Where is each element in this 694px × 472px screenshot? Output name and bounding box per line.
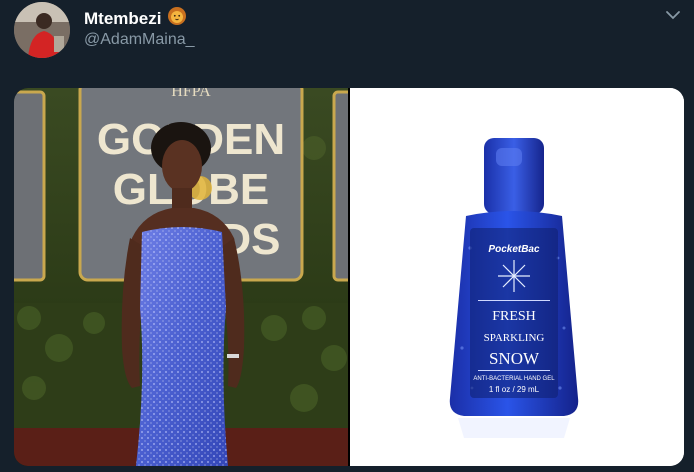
- red-carpet-photo: HFPA GOLDEN GLOBE RDS: [14, 88, 360, 466]
- backdrop-text-top: HFPA: [171, 88, 211, 100]
- chevron-down-icon[interactable]: [664, 6, 682, 24]
- user-handle[interactable]: @AdamMaina_: [84, 31, 195, 49]
- media-grid: HFPA GOLDEN GLOBE RDS: [14, 88, 684, 466]
- tweet-header: Mtembezi @AdamMaina_: [0, 0, 694, 80]
- display-name[interactable]: Mtembezi: [84, 9, 161, 29]
- label-volume: 1 fl oz / 29 mL: [489, 385, 540, 394]
- label-small-line: ANTI-BACTERIAL HAND GEL: [473, 376, 555, 382]
- label-line-2: SPARKLING: [484, 332, 545, 344]
- label-line-1: FRESH: [492, 309, 536, 324]
- label-line-3: SNOW: [489, 349, 540, 368]
- avatar[interactable]: [14, 2, 70, 58]
- media-photo-right[interactable]: PocketBac FRESH SPARKLING SNOW ANTI-BACT…: [350, 88, 684, 466]
- lion-face-icon: [167, 6, 187, 31]
- sanitizer-bottle-photo: PocketBac FRESH SPARKLING SNOW ANTI-BACT…: [350, 88, 684, 466]
- name-line: Mtembezi: [84, 6, 187, 31]
- media-photo-left[interactable]: HFPA GOLDEN GLOBE RDS: [14, 88, 360, 466]
- brand-label: PocketBac: [488, 244, 540, 255]
